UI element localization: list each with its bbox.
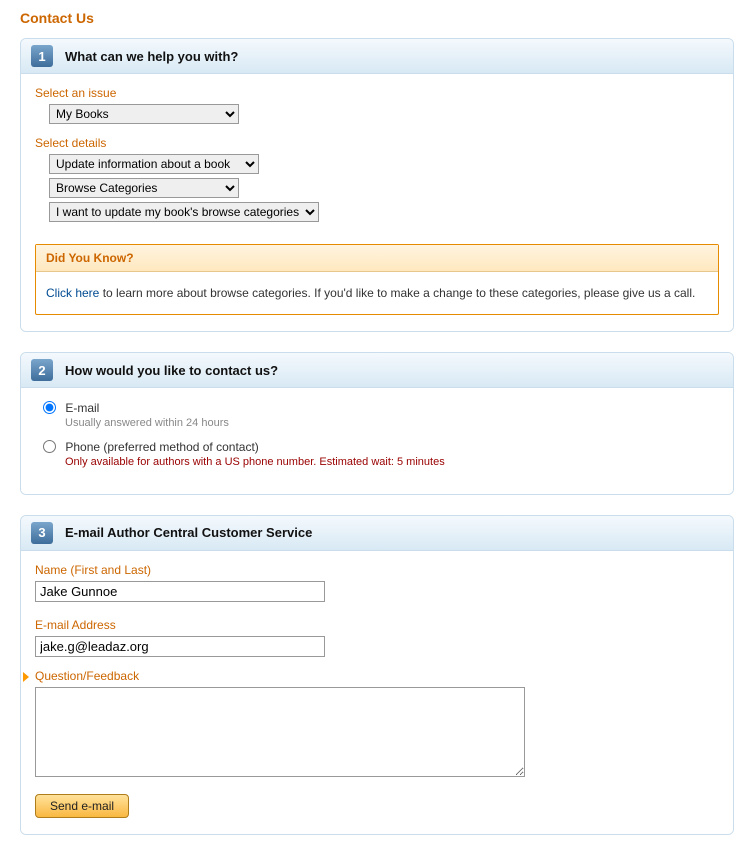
page-title: Contact Us xyxy=(20,10,734,26)
did-you-know-heading: Did You Know? xyxy=(36,245,718,272)
step3-number: 3 xyxy=(31,522,53,544)
contact-email-radio[interactable] xyxy=(43,401,56,414)
step2-panel: 2 How would you like to contact us? E-ma… xyxy=(20,352,734,495)
contact-email-sub: Usually answered within 24 hours xyxy=(65,417,719,429)
step3-header: 3 E-mail Author Central Customer Service xyxy=(21,516,733,551)
step3-panel: 3 E-mail Author Central Customer Service… xyxy=(20,515,734,835)
did-you-know-text: to learn more about browse categories. I… xyxy=(99,286,695,300)
click-here-link[interactable]: Click here xyxy=(46,286,99,300)
question-textarea[interactable] xyxy=(35,687,525,777)
step2-title: How would you like to contact us? xyxy=(65,363,278,378)
step1-panel: 1 What can we help you with? Select an i… xyxy=(20,38,734,332)
select-issue-label: Select an issue xyxy=(35,86,719,100)
did-you-know-body: Click here to learn more about browse ca… xyxy=(36,272,718,314)
contact-phone-label: Phone (preferred method of contact) xyxy=(65,440,258,454)
name-field[interactable] xyxy=(35,581,325,602)
step2-body: E-mail Usually answered within 24 hours … xyxy=(21,388,733,494)
select-details-label: Select details xyxy=(35,136,719,150)
step2-number: 2 xyxy=(31,359,53,381)
contact-email-row: E-mail Usually answered within 24 hours xyxy=(43,400,719,429)
step1-title: What can we help you with? xyxy=(65,49,238,64)
select-issue-dropdown[interactable]: My Books xyxy=(49,104,239,124)
send-email-button[interactable]: Send e-mail xyxy=(35,794,129,818)
question-label: Question/Feedback xyxy=(23,669,719,683)
step3-body: Name (First and Last) E-mail Address Que… xyxy=(21,551,733,834)
step1-header: 1 What can we help you with? xyxy=(21,39,733,74)
email-field[interactable] xyxy=(35,636,325,657)
name-label: Name (First and Last) xyxy=(35,563,719,577)
email-label: E-mail Address xyxy=(35,618,719,632)
contact-email-label: E-mail xyxy=(65,401,99,415)
contact-phone-row: Phone (preferred method of contact) Only… xyxy=(43,439,719,468)
contact-phone-radio[interactable] xyxy=(43,440,56,453)
step1-number: 1 xyxy=(31,45,53,67)
step3-title: E-mail Author Central Customer Service xyxy=(65,525,312,540)
select-details1-dropdown[interactable]: Update information about a book xyxy=(49,154,259,174)
select-details2-dropdown[interactable]: Browse Categories xyxy=(49,178,239,198)
contact-phone-sub: Only available for authors with a US pho… xyxy=(65,456,719,468)
select-details3-dropdown[interactable]: I want to update my book's browse catego… xyxy=(49,202,319,222)
step1-body: Select an issue My Books Select details … xyxy=(21,74,733,331)
step2-header: 2 How would you like to contact us? xyxy=(21,353,733,388)
did-you-know-box: Did You Know? Click here to learn more a… xyxy=(35,244,719,315)
